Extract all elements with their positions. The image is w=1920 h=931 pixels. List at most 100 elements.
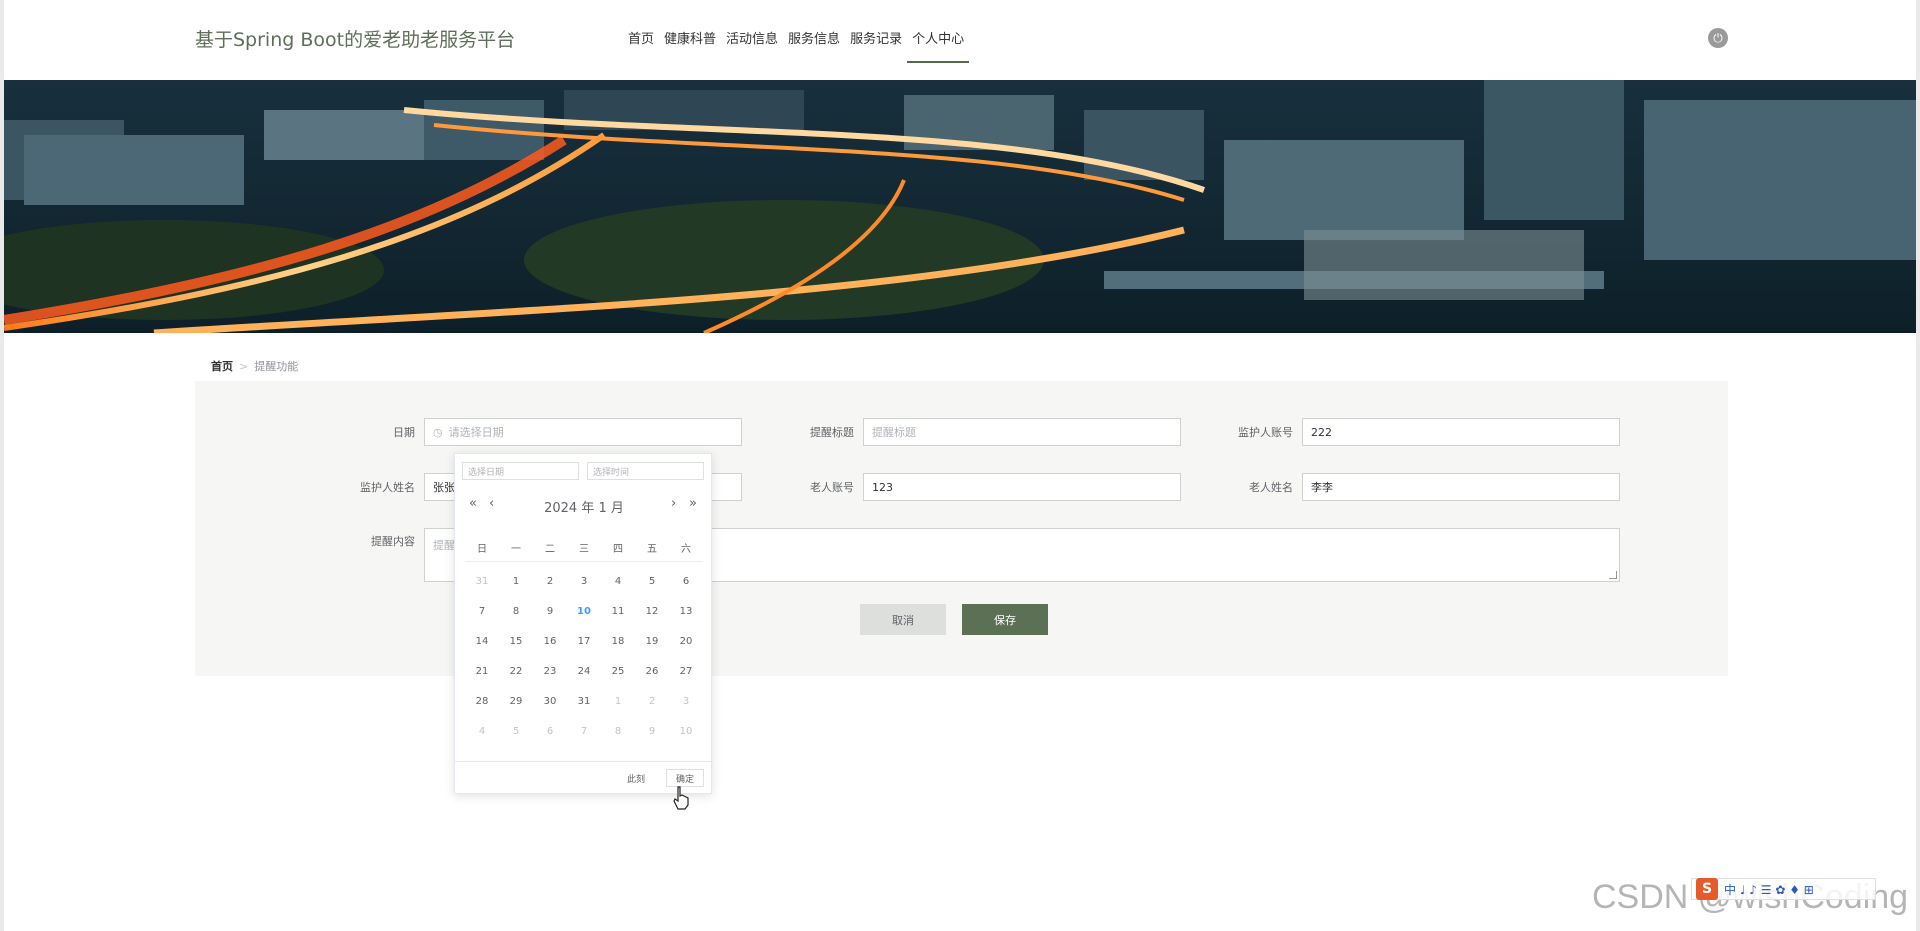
nav-item-services[interactable]: 服务信息: [783, 26, 845, 63]
calendar-grid: 日一二三四五六 31 1 2 3 4 5 6 7 8 9 10 11 12 13 14 15 16 17 18 19 20…: [465, 534, 703, 746]
content-label: 提醒内容: [371, 535, 415, 548]
top-header: 基于Spring Boot的爱老助老服务平台 首页 健康科普 活动信息 服务信息…: [4, 0, 1916, 80]
nav-item-health[interactable]: 健康科普: [659, 26, 721, 63]
weekday-label: 一: [511, 544, 521, 555]
weekday-label: 日: [477, 544, 487, 555]
now-button[interactable]: 此刻: [627, 772, 645, 785]
picker-month-suffix: 月: [610, 501, 624, 516]
calendar-day[interactable]: 17: [567, 636, 601, 647]
weekday-label: 四: [613, 544, 623, 555]
calendar-day[interactable]: 24: [567, 666, 601, 677]
calendar-day[interactable]: 13: [669, 606, 703, 617]
calendar-day[interactable]: 3: [567, 576, 601, 587]
breadcrumb-home[interactable]: 首页: [211, 358, 233, 374]
guardian-name-value: 张张: [433, 481, 455, 494]
calendar-day[interactable]: 5: [499, 726, 533, 737]
calendar-week-row: 21 22 23 24 25 26 27: [465, 656, 703, 686]
calendar-day[interactable]: 11: [601, 606, 635, 617]
calendar-day[interactable]: 14: [465, 636, 499, 647]
nav-item-activities[interactable]: 活动信息: [721, 26, 783, 63]
calendar-day[interactable]: 27: [669, 666, 703, 677]
nav-item-profile[interactable]: 个人中心: [907, 26, 970, 63]
calendar-day-today[interactable]: 10: [567, 606, 601, 617]
confirm-button[interactable]: 确定: [666, 769, 704, 787]
weekday-label: 五: [647, 544, 657, 555]
calendar-day[interactable]: 4: [465, 726, 499, 737]
calendar-day[interactable]: 21: [465, 666, 499, 677]
calendar-day[interactable]: 10: [669, 726, 703, 737]
elder-name-input[interactable]: 李李: [1302, 473, 1620, 501]
calendar-day[interactable]: 9: [635, 726, 669, 737]
calendar-day[interactable]: 20: [669, 636, 703, 647]
date-label: 日期: [393, 426, 415, 439]
calendar-day[interactable]: 2: [533, 576, 567, 587]
calendar-day[interactable]: 26: [635, 666, 669, 677]
resize-handle-icon[interactable]: [1609, 571, 1617, 579]
picker-time-input[interactable]: 选择时间: [587, 462, 704, 480]
breadcrumb: 首页 > 提醒功能: [211, 358, 298, 374]
picker-year[interactable]: 2024: [544, 501, 577, 516]
calendar-day[interactable]: 1: [499, 576, 533, 587]
calendar-day[interactable]: 9: [533, 606, 567, 617]
hand-cursor-icon: [673, 786, 689, 810]
frame-right-edge: [1916, 0, 1920, 931]
calendar-day[interactable]: 8: [499, 606, 533, 617]
calendar-day[interactable]: 31: [567, 696, 601, 707]
nav-item-records[interactable]: 服务记录: [845, 26, 907, 63]
calendar-day[interactable]: 29: [499, 696, 533, 707]
save-button[interactable]: 保存: [962, 604, 1048, 635]
calendar-day[interactable]: 2: [635, 696, 669, 707]
weekday-label: 六: [681, 544, 691, 555]
title-input[interactable]: 提醒标题: [863, 418, 1181, 446]
guardian-account-label: 监护人账号: [1238, 426, 1293, 439]
calendar-day[interactable]: 28: [465, 696, 499, 707]
calendar-day[interactable]: 8: [601, 726, 635, 737]
calendar-day[interactable]: 19: [635, 636, 669, 647]
breadcrumb-current: 提醒功能: [254, 360, 299, 373]
calendar-day[interactable]: 12: [635, 606, 669, 617]
calendar-day[interactable]: 31: [465, 576, 499, 587]
elder-account-value: 123: [872, 480, 893, 494]
calendar-day[interactable]: 15: [499, 636, 533, 647]
calendar-day[interactable]: 22: [499, 666, 533, 677]
power-icon[interactable]: ⏻: [1708, 28, 1728, 48]
elder-name-label: 老人姓名: [1249, 481, 1293, 494]
guardian-account-value: 222: [1311, 425, 1332, 439]
date-input[interactable]: ◷ 请选择日期: [424, 418, 742, 446]
calendar-week-row: 28 29 30 31 1 2 3: [465, 686, 703, 716]
clock-icon: ◷: [433, 425, 443, 439]
picker-inputs: 选择日期 选择时间: [462, 462, 704, 480]
calendar-day[interactable]: 4: [601, 576, 635, 587]
calendar-day[interactable]: 1: [601, 696, 635, 707]
guardian-account-input[interactable]: 222: [1302, 418, 1620, 446]
calendar-day[interactable]: 16: [533, 636, 567, 647]
next-month-icon[interactable]: ›: [671, 496, 676, 511]
calendar-day[interactable]: 23: [533, 666, 567, 677]
picker-date-input[interactable]: 选择日期: [462, 462, 579, 480]
ime-status-text[interactable]: 中 ♩ ♪ ☰ ✿ ♦ ⊞: [1724, 881, 1814, 898]
elder-name-value: 李李: [1311, 481, 1333, 494]
calendar-week-row: 31 1 2 3 4 5 6: [465, 566, 703, 596]
calendar-day[interactable]: 5: [635, 576, 669, 587]
calendar-day[interactable]: 3: [669, 696, 703, 707]
banner-image: [4, 80, 1916, 333]
site-title: 基于Spring Boot的爱老助老服务平台: [195, 29, 516, 51]
ime-logo-icon[interactable]: S: [1696, 878, 1718, 900]
weekday-label: 三: [579, 544, 589, 555]
breadcrumb-separator: >: [239, 359, 249, 373]
nav-item-home[interactable]: 首页: [623, 26, 659, 63]
elder-account-label: 老人账号: [810, 481, 854, 494]
calendar-day[interactable]: 18: [601, 636, 635, 647]
weekday-header-row: 日一二三四五六: [465, 534, 703, 562]
calendar-day[interactable]: 6: [669, 576, 703, 587]
calendar-day[interactable]: 6: [533, 726, 567, 737]
main-nav: 首页 健康科普 活动信息 服务信息 服务记录 个人中心: [623, 26, 970, 63]
calendar-day[interactable]: 30: [533, 696, 567, 707]
calendar-day[interactable]: 7: [465, 606, 499, 617]
picker-month[interactable]: 1: [598, 501, 606, 516]
calendar-day[interactable]: 25: [601, 666, 635, 677]
cancel-button[interactable]: 取消: [860, 604, 946, 635]
calendar-day[interactable]: 7: [567, 726, 601, 737]
next-year-icon[interactable]: »: [689, 496, 697, 511]
elder-account-input[interactable]: 123: [863, 473, 1181, 501]
